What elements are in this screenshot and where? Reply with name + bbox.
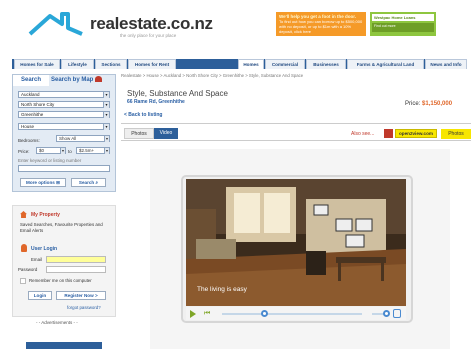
tab-photos[interactable]: Photos (124, 128, 154, 139)
tab-search-by-map[interactable]: Search by Map (51, 75, 103, 86)
price-label: Price: (405, 101, 421, 107)
bedrooms-label: Bedrooms: (18, 138, 40, 143)
photos-link[interactable]: Photos (441, 129, 471, 139)
listing-title: Style, Substance And Space (127, 89, 228, 98)
divider (121, 123, 471, 124)
price-from-value: $0 (39, 148, 45, 153)
remember-label: Remember me on this computer (29, 278, 92, 283)
login-button[interactable]: Login (28, 291, 52, 300)
chevron-down-icon: ▼ (103, 112, 109, 118)
region-value: Auckland (21, 92, 40, 97)
price-to-select[interactable]: $2.5m+ ▼ (76, 147, 110, 154)
advert-text: To find out how you can borrow up to $50… (279, 19, 363, 34)
chevron-down-icon: ▼ (60, 148, 65, 154)
more-options-label: More options (26, 180, 55, 185)
open2view-icon[interactable] (384, 129, 393, 138)
back-to-listing-link[interactable]: < Back to listing (124, 112, 162, 118)
rewind-icon[interactable]: ⏮ (204, 310, 210, 318)
price-label: Price: (18, 149, 30, 154)
tab-search-by-map-label: Search by Map (51, 77, 94, 83)
register-button[interactable]: Register Now > (56, 291, 106, 300)
price-to-label: to (68, 149, 72, 154)
nav-tab-homes[interactable]: Homes (238, 59, 264, 69)
advertisements-label: - - Advertisements - - (36, 320, 78, 325)
password-label: Password (18, 267, 38, 272)
play-icon[interactable] (190, 310, 196, 318)
nav-tab-homes-for-rent[interactable]: Homes for Rent (128, 59, 176, 69)
chevron-down-icon: ▼ (103, 92, 109, 98)
video-caption: The living is easy (197, 286, 247, 293)
property-type-select[interactable]: House ▼ (18, 123, 110, 130)
bedrooms-select[interactable]: Show All ▼ (56, 135, 110, 142)
divider (121, 140, 471, 141)
breadcrumb[interactable]: Realestate > House > Auckland > North Sh… (121, 73, 303, 78)
bedrooms-value: Show All (59, 136, 77, 141)
nav-tab-businesses[interactable]: Businesses (306, 59, 346, 69)
login-button-label: Login (33, 293, 47, 298)
chevron-down-icon: ▼ (103, 124, 109, 130)
advertisement-box[interactable] (26, 342, 102, 349)
listing-address: 66 Rame Rd, Greenhithe (127, 99, 185, 105)
fullscreen-icon[interactable] (393, 309, 401, 318)
map-icon (95, 76, 103, 83)
property-type-value: House (21, 124, 35, 129)
nav-tab-lifestyle[interactable]: Lifestyle (61, 59, 94, 69)
district-value: North Shore City (21, 102, 55, 107)
tab-video[interactable]: Video (154, 128, 178, 139)
user-icon (21, 244, 27, 252)
chevron-down-icon: ▼ (103, 102, 109, 108)
region-select[interactable]: Auckland ▼ (18, 91, 110, 98)
advert-brand: Westpac Home Loans (372, 14, 434, 21)
plus-icon: ⊞ (56, 180, 60, 185)
nav-tab-farms[interactable]: Farms & Agricultural Land (347, 59, 424, 69)
volume-handle[interactable] (383, 310, 390, 317)
email-label: Email (31, 257, 42, 262)
listing-number-label: Enter keyword or listing number (18, 158, 82, 163)
forgot-password-link[interactable]: forgot password? (67, 305, 101, 311)
open2view-link[interactable]: open2view.com (395, 129, 437, 138)
chevron-down-icon: ▼ (104, 148, 109, 154)
register-button-label: Register Now (64, 293, 94, 298)
listing-number-input[interactable] (18, 165, 110, 172)
suburb-value: Greenhithe (21, 112, 44, 117)
nav-tab-homes-for-sale[interactable]: Homes for Sale (14, 59, 60, 69)
advert-cta: Find out more (372, 23, 434, 32)
also-see-label: Also see... (351, 131, 375, 137)
advert-banner-loan[interactable]: We'll help you get a foot in the door. T… (276, 12, 366, 36)
chevron-down-icon: ▼ (104, 136, 109, 142)
search-icon: ⌕ (95, 180, 99, 185)
district-select[interactable]: North Shore City ▼ (18, 101, 110, 108)
site-logo[interactable]: realestate.co.nz (90, 14, 213, 34)
nav-tab-sections[interactable]: Sections (95, 59, 127, 69)
password-input[interactable] (46, 266, 106, 273)
suburb-select[interactable]: Greenhithe ▼ (18, 111, 110, 118)
remember-checkbox[interactable] (20, 278, 26, 284)
more-options-button[interactable]: More options ⊞ (20, 178, 66, 187)
nav-tab-commercial[interactable]: Commercial (265, 59, 305, 69)
price-from-select[interactable]: $0 ▼ (36, 147, 66, 154)
logo-icon[interactable] (28, 10, 84, 36)
tagline: the only place for your place (120, 33, 177, 38)
search-button[interactable]: Search ⌕ (71, 178, 106, 187)
listing-price: Price: $1,150,000 (405, 101, 452, 107)
progress-track[interactable] (222, 313, 362, 315)
advert-banner-westpac[interactable]: Westpac Home Loans Find out more (370, 12, 436, 36)
tab-search[interactable]: Search (13, 75, 49, 86)
search-button-label: Search (78, 180, 95, 185)
user-login-heading: User Login (31, 246, 58, 252)
price-to-value: $2.5m+ (79, 148, 95, 153)
price-value: $1,150,000 (422, 101, 453, 107)
my-property-description: Saved Searches, Favourite Properties and… (20, 222, 103, 233)
nav-tab-news[interactable]: News and Info (425, 59, 467, 69)
progress-handle[interactable] (261, 310, 268, 317)
my-property-heading[interactable]: My Property (31, 212, 60, 218)
email-input[interactable] (46, 256, 106, 263)
